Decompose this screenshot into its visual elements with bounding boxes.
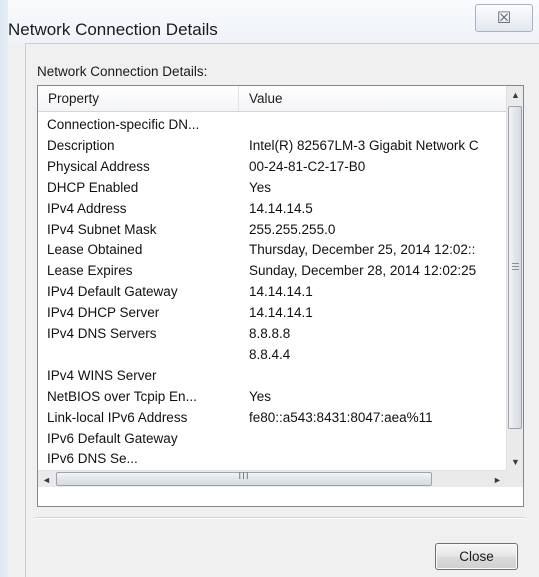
- network-connection-details-dialog: Network Connection Details ☒ Network Con…: [8, 0, 539, 577]
- table-row[interactable]: IPv4 DHCP Server 14.14.14.1: [38, 303, 506, 323]
- scrollbar-corner: [506, 470, 523, 487]
- table-row[interactable]: Description Intel(R) 82567LM-3 Gigabit Ne…: [38, 136, 506, 156]
- grip-icon: [512, 263, 519, 270]
- table-row[interactable]: DHCP Enabled Yes: [38, 178, 506, 198]
- dialog-client-area: Network Connection Details: Property Val…: [25, 43, 539, 577]
- property-cell: IPv6 Default Gateway: [47, 430, 178, 446]
- value-cell: 8.8.8.8: [249, 326, 291, 341]
- value-cell: Thursday, December 25, 2014 12:02::: [249, 242, 476, 258]
- property-cell: IPv4 DNS Servers: [47, 326, 157, 341]
- property-cell: DHCP Enabled: [47, 179, 139, 195]
- property-cell: IPv4 Address: [47, 200, 127, 216]
- window-title: Network Connection Details: [8, 20, 218, 39]
- details-listview[interactable]: Property Value Connection-specific DN...…: [37, 85, 524, 507]
- property-cell: Physical Address: [47, 158, 150, 174]
- details-label: Network Connection Details:: [37, 64, 208, 79]
- value-cell: 14.14.14.5: [249, 200, 313, 216]
- value-cell: [249, 366, 506, 386]
- property-cell: Lease Expires: [47, 263, 133, 279]
- table-row[interactable]: IPv4 WINS Server: [38, 366, 506, 386]
- property-cell: Lease Obtained: [47, 242, 143, 258]
- table-row[interactable]: 8.8.4.4: [38, 345, 506, 365]
- scroll-down-arrow-icon[interactable]: ▼: [507, 453, 523, 470]
- table-row[interactable]: IPv4 Default Gateway 14.14.14.1: [38, 282, 506, 302]
- property-cell: IPv4 Subnet Mask: [47, 221, 157, 237]
- value-cell: [249, 429, 506, 449]
- property-cell: Connection-specific DN...: [47, 117, 200, 132]
- table-row[interactable]: IPv4 Subnet Mask 255.255.255.0: [38, 220, 506, 240]
- scroll-right-arrow-icon[interactable]: ►: [489, 471, 506, 488]
- property-cell: IPv6 DNS Se...: [47, 451, 138, 467]
- value-cell: 8.8.4.4: [249, 346, 291, 362]
- value-cell: Yes: [249, 388, 272, 404]
- scroll-up-arrow-icon[interactable]: ▲: [507, 86, 523, 103]
- table-row[interactable]: Lease Expires Sunday, December 28, 2014 1…: [38, 261, 506, 281]
- value-cell: Sunday, December 28, 2014 12:02:25: [249, 263, 477, 279]
- table-row[interactable]: Lease Obtained Thursday, December 25, 201…: [38, 240, 506, 260]
- table-row[interactable]: Physical Address 00-24-81-C2-17-B0: [38, 157, 506, 177]
- horizontal-scroll-thumb[interactable]: III: [56, 472, 432, 486]
- table-row[interactable]: Connection-specific DN...: [38, 115, 506, 135]
- value-cell: 255.255.255.0: [249, 221, 336, 237]
- vertical-scroll-thumb[interactable]: [508, 106, 522, 429]
- table-row[interactable]: IPv6 Default Gateway: [38, 429, 506, 449]
- separator-line: [35, 517, 525, 519]
- value-cell: fe80::a543:8431:8047:aea%11: [249, 409, 433, 425]
- property-cell: [47, 345, 233, 365]
- table-row[interactable]: IPv6 DNS Se...: [38, 449, 506, 469]
- property-cell: IPv4 Default Gateway: [47, 284, 178, 300]
- table-row[interactable]: IPv4 DNS Servers 8.8.8.8: [38, 324, 506, 344]
- listview-header: Property Value: [38, 86, 506, 112]
- value-cell: [249, 115, 506, 135]
- close-button[interactable]: Close: [435, 543, 518, 570]
- value-cell: 14.14.14.1: [249, 284, 313, 300]
- scroll-left-arrow-icon[interactable]: ◄: [38, 471, 55, 488]
- property-cell: IPv4 DHCP Server: [47, 305, 160, 321]
- title-bar[interactable]: Network Connection Details ☒: [8, 0, 539, 44]
- value-cell: [249, 449, 506, 469]
- column-header-property[interactable]: Property: [38, 86, 239, 111]
- table-row[interactable]: IPv4 Address 14.14.14.5: [38, 199, 506, 219]
- vertical-scrollbar[interactable]: ▲ ▼: [506, 86, 523, 470]
- property-cell: NetBIOS over Tcpip En...: [47, 388, 197, 404]
- table-row[interactable]: NetBIOS over Tcpip En... Yes: [38, 387, 506, 407]
- window-close-button[interactable]: ☒: [475, 4, 533, 32]
- value-cell: 14.14.14.1: [249, 305, 313, 321]
- property-cell: Link-local IPv6 Address: [47, 409, 188, 425]
- listview-rows: Connection-specific DN... Description Inte…: [38, 115, 506, 470]
- value-cell: 00-24-81-C2-17-B0: [249, 158, 366, 174]
- value-cell: Yes: [249, 179, 272, 195]
- property-cell: IPv4 WINS Server: [47, 367, 157, 383]
- property-cell: Description: [47, 137, 115, 153]
- column-header-value[interactable]: Value: [239, 86, 506, 111]
- horizontal-scrollbar[interactable]: ◄ III ►: [38, 470, 506, 487]
- value-cell: Intel(R) 82567LM-3 Gigabit Network C: [249, 137, 479, 153]
- close-icon: ☒: [496, 10, 512, 27]
- table-row[interactable]: Link-local IPv6 Address fe80::a543:8431:8…: [38, 408, 506, 428]
